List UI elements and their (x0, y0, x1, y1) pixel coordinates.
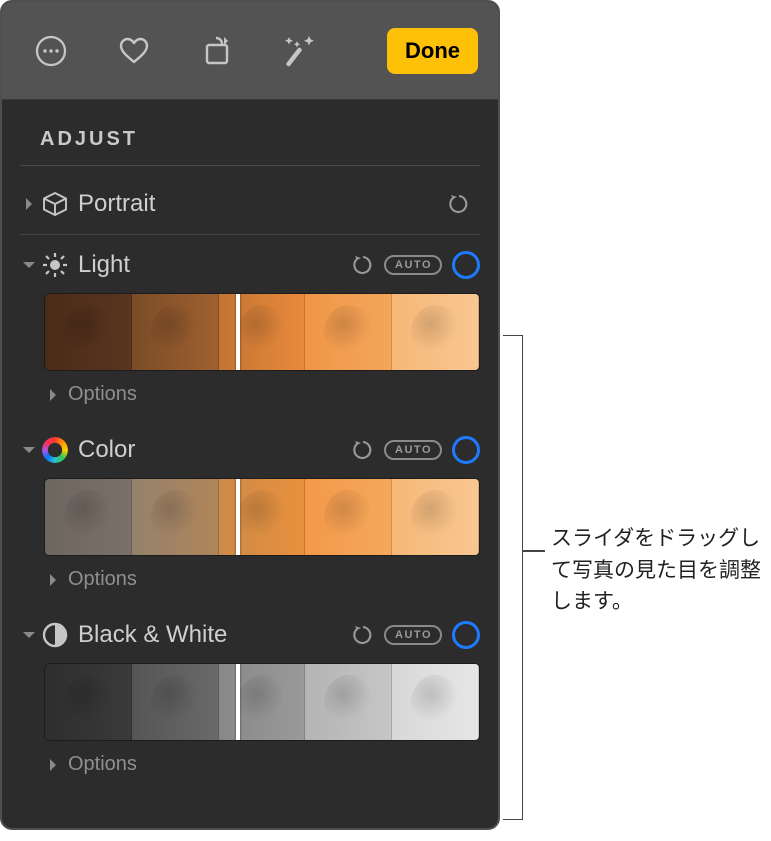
adjustment-label: Black & White (78, 621, 227, 649)
toolbar: Done (2, 2, 498, 100)
adjust-content: ADJUST Portrait (2, 100, 498, 790)
auto-button[interactable]: AUTO (384, 255, 442, 275)
color-ring-icon (38, 437, 72, 463)
callout-text: スライダをドラッグして写真の見た目を調整します。 (551, 523, 771, 618)
collapse-chevron-icon[interactable] (22, 441, 36, 459)
adjustment-label: Portrait (78, 190, 155, 218)
auto-enhance-wand-icon[interactable] (281, 32, 319, 70)
reset-icon[interactable] (348, 624, 378, 646)
adjustment-label: Light (78, 251, 130, 279)
enable-toggle[interactable] (452, 436, 480, 464)
adjustment-color: Color AUTO Options (20, 420, 480, 605)
reset-icon[interactable] (444, 193, 474, 215)
enable-toggle[interactable] (452, 621, 480, 649)
collapse-chevron-icon[interactable] (22, 626, 36, 644)
callout-bracket (503, 335, 523, 820)
bw-slider[interactable] (44, 663, 480, 741)
adjustment-light: Light AUTO Options (20, 235, 480, 420)
options-label: Options (68, 753, 137, 776)
color-slider[interactable] (44, 478, 480, 556)
adjust-panel: Done ADJUST Portrait (0, 0, 500, 830)
expand-chevron-icon (44, 388, 62, 402)
auto-button[interactable]: AUTO (384, 625, 442, 645)
rotate-crop-icon[interactable] (198, 32, 236, 70)
slider-handle[interactable] (236, 478, 240, 556)
callout-tick (523, 550, 545, 552)
reset-icon[interactable] (348, 439, 378, 461)
slider-handle[interactable] (236, 663, 240, 741)
reset-icon[interactable] (348, 254, 378, 276)
bw-halfcircle-icon (38, 622, 72, 648)
collapse-chevron-icon[interactable] (22, 256, 36, 274)
favorite-heart-icon[interactable] (115, 32, 153, 70)
portrait-cube-icon (38, 190, 72, 218)
auto-button[interactable]: AUTO (384, 440, 442, 460)
light-slider[interactable] (44, 293, 480, 371)
more-icon[interactable] (32, 32, 70, 70)
adjustment-portrait: Portrait (20, 174, 480, 235)
options-label: Options (68, 568, 137, 591)
section-title: ADJUST (20, 120, 480, 166)
expand-chevron-icon (44, 573, 62, 587)
bw-options[interactable]: Options (20, 749, 480, 782)
color-options[interactable]: Options (20, 564, 480, 597)
adjustment-label: Color (78, 436, 135, 464)
slider-handle[interactable] (236, 293, 240, 371)
expand-chevron-icon (44, 758, 62, 772)
done-button[interactable]: Done (387, 28, 478, 74)
expand-chevron-icon[interactable] (20, 197, 38, 211)
adjustment-bw: Black & White AUTO Options (20, 605, 480, 790)
enable-toggle[interactable] (452, 251, 480, 279)
light-options[interactable]: Options (20, 379, 480, 412)
options-label: Options (68, 383, 137, 406)
light-sun-icon (38, 251, 72, 279)
